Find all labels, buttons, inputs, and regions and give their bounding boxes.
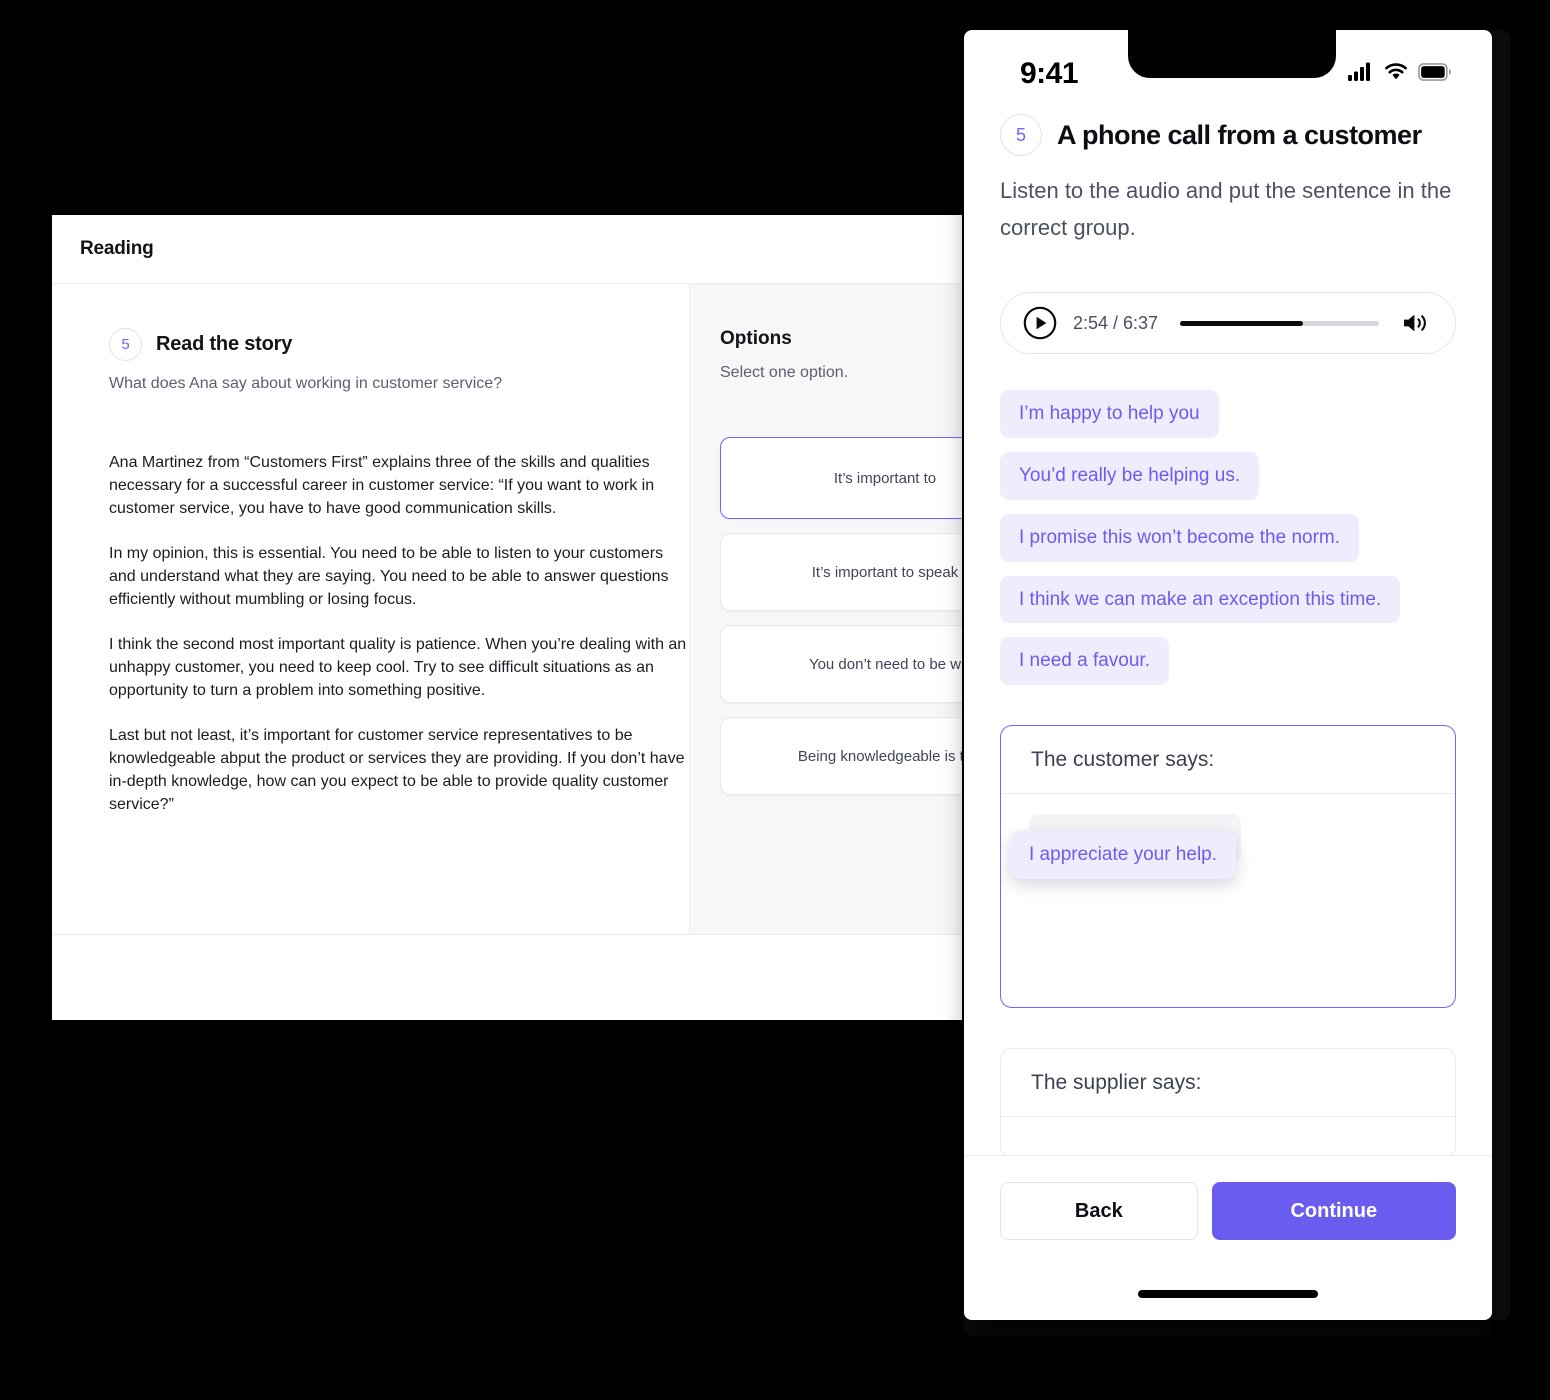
status-icons bbox=[1348, 62, 1452, 86]
audio-progress-fill bbox=[1180, 320, 1304, 326]
option-card-1[interactable]: It’s important to bbox=[720, 437, 962, 519]
back-button[interactable]: Back bbox=[1000, 1182, 1198, 1240]
option-card-4[interactable]: Being knowledgeable is th bbox=[720, 717, 962, 795]
story-paragraph: Last but not least, it’s important for c… bbox=[109, 727, 685, 813]
sentence-chip-list: I’m happy to help you You’d really be he… bbox=[1000, 390, 1456, 686]
desktop-window: Reading 5 Read the story What does Ana s… bbox=[52, 215, 962, 1020]
dropzone-customer[interactable]: The customer says: I appreciate your hel… bbox=[1000, 725, 1456, 1009]
story-text: Ana Martinez from “Customers First” expl… bbox=[109, 451, 689, 816]
phone-content: 5 A phone call from a customer Listen to… bbox=[964, 114, 1492, 1159]
sentence-chip[interactable]: I promise this won’t become the norm. bbox=[1000, 513, 1360, 562]
screenshot-stage: Reading 5 Read the story What does Ana s… bbox=[0, 0, 1550, 1400]
phone-question-header: 5 A phone call from a customer bbox=[1000, 114, 1456, 156]
dragged-sentence-chip[interactable]: I appreciate your help. bbox=[1010, 831, 1237, 880]
dropzone-supplier[interactable]: The supplier says: bbox=[1000, 1048, 1456, 1159]
dropzone-supplier-body[interactable] bbox=[1001, 1117, 1455, 1157]
phone-notch bbox=[1128, 30, 1336, 78]
desktop-window-title: Reading bbox=[80, 238, 154, 259]
continue-button[interactable]: Continue bbox=[1211, 1182, 1456, 1240]
story-paragraph: In my opinion, this is essential. You ne… bbox=[109, 545, 669, 608]
question-subtitle: What does Ana say about working in custo… bbox=[109, 375, 503, 392]
phone-question-title: A phone call from a customer bbox=[1057, 119, 1422, 150]
dropzone-customer-body[interactable]: I appreciate your help. bbox=[1001, 794, 1455, 1007]
desktop-body: 5 Read the story What does Ana say about… bbox=[52, 284, 962, 934]
options-subtitle: Select one option. bbox=[720, 364, 849, 381]
desktop-titlebar: Reading bbox=[52, 215, 962, 284]
sentence-chip[interactable]: I need a favour. bbox=[1000, 637, 1169, 686]
question-number-badge: 5 bbox=[109, 328, 142, 361]
question-title: Read the story bbox=[156, 333, 293, 355]
option-card-3[interactable]: You don’t need to be w bbox=[720, 625, 962, 703]
phone-question-number-badge: 5 bbox=[1000, 114, 1042, 156]
phone-mockup: 9:41 5 A phone call from a customer List… bbox=[964, 30, 1492, 1320]
question-header: 5 Read the story bbox=[109, 328, 689, 361]
options-title: Options bbox=[720, 328, 792, 349]
wifi-icon bbox=[1383, 62, 1409, 86]
story-paragraph: I think the second most important qualit… bbox=[109, 636, 687, 699]
sentence-chip[interactable]: I’m happy to help you bbox=[1000, 390, 1219, 438]
audio-progress-bar[interactable] bbox=[1180, 320, 1379, 326]
sentence-chip[interactable]: You’d really be helping us. bbox=[1000, 451, 1260, 500]
dropzone-supplier-label: The supplier says: bbox=[1001, 1049, 1455, 1118]
status-time: 9:41 bbox=[1020, 57, 1079, 90]
story-paragraph: Ana Martinez from “Customers First” expl… bbox=[109, 454, 655, 517]
play-circle-icon[interactable] bbox=[1023, 306, 1057, 340]
sentence-chip[interactable]: I think we can make an exception this ti… bbox=[1000, 575, 1401, 624]
reading-pane: 5 Read the story What does Ana say about… bbox=[52, 284, 690, 934]
desktop-footer bbox=[52, 934, 962, 1019]
option-card-2[interactable]: It’s important to speak bbox=[720, 533, 962, 611]
battery-icon bbox=[1418, 62, 1452, 86]
options-pane: Options Select one option. It’s importan… bbox=[690, 284, 962, 934]
home-indicator[interactable] bbox=[1138, 1290, 1318, 1298]
dropzone-customer-label: The customer says: bbox=[1001, 726, 1455, 795]
signal-bars-icon bbox=[1348, 62, 1374, 86]
audio-player[interactable]: 2:54 / 6:37 bbox=[1000, 292, 1456, 354]
volume-icon[interactable] bbox=[1401, 310, 1431, 336]
phone-instruction-text: Listen to the audio and put the sentence… bbox=[1000, 178, 1452, 240]
audio-time-display: 2:54 / 6:37 bbox=[1073, 312, 1159, 333]
